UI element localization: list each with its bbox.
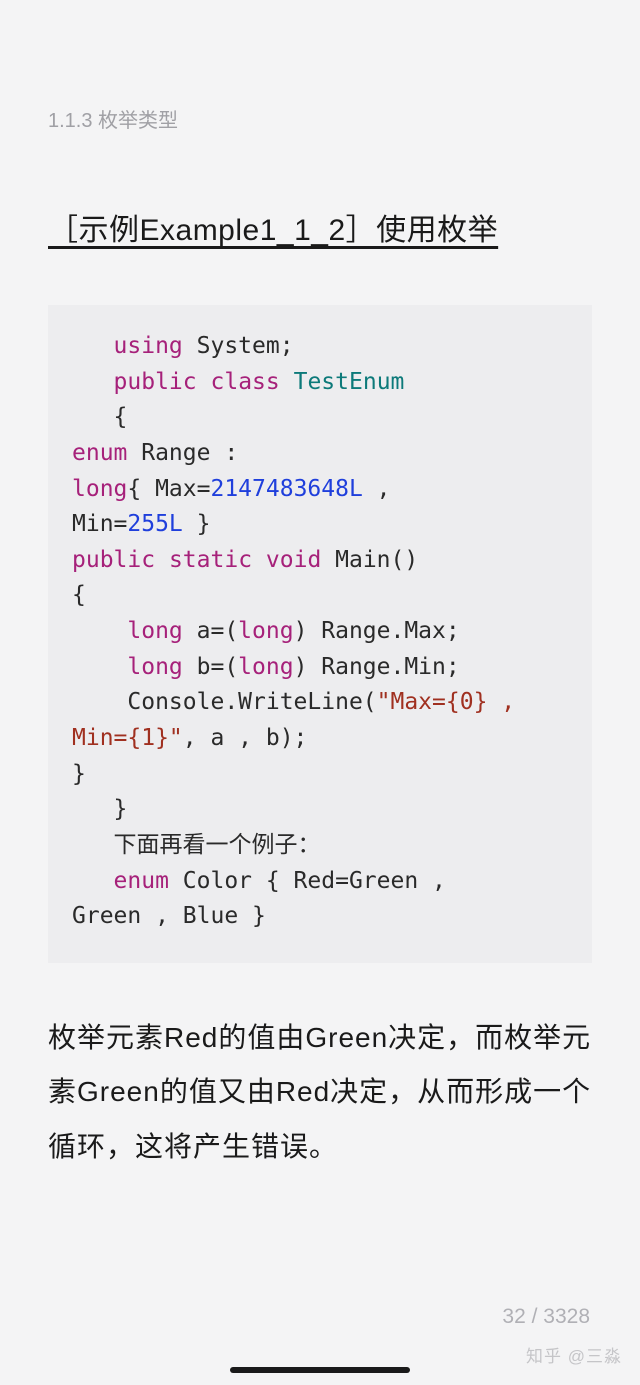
code-token: Green , Blue } [72, 903, 266, 929]
code-token: } [72, 796, 127, 822]
code-token: "Max={0} , [377, 689, 529, 715]
code-token: long [127, 654, 182, 680]
code-token: void [266, 547, 321, 573]
code-token: Range : [127, 440, 252, 466]
code-token: 2147483648L [210, 476, 362, 502]
code-token: } [183, 511, 211, 537]
page-sep: / [526, 1305, 544, 1328]
code-token: using [114, 333, 183, 359]
code-token: System; [183, 333, 294, 359]
example-heading: ［示例Example1_1_2］使用枚举 [48, 205, 592, 249]
code-token: enum [72, 440, 127, 466]
watermark: 知乎 @三淼 [526, 1342, 622, 1367]
code-token: enum [114, 868, 169, 894]
code-token: 255L [127, 511, 182, 537]
code-token: public [72, 547, 155, 573]
code-token: Min= [72, 511, 127, 537]
code-block: using System; public class TestEnum { en… [48, 305, 592, 963]
code-token: , [363, 476, 405, 502]
code-token: { [72, 404, 127, 430]
code-token: long [238, 618, 293, 644]
page-indicator: 32 / 3328 [502, 1305, 590, 1329]
section-label: 1.1.3 枚举类型 [48, 104, 592, 133]
page-total: 3328 [543, 1305, 590, 1328]
code-token: a=( [183, 618, 238, 644]
code-token: long [72, 476, 127, 502]
code-token: Min={1}" [72, 725, 183, 751]
code-token: , a , b); [183, 725, 308, 751]
code-token: Main() [321, 547, 418, 573]
code-token: ) Range.Max; [294, 618, 460, 644]
code-token: static [169, 547, 252, 573]
page-current: 32 [502, 1305, 525, 1328]
code-token: } [72, 761, 86, 787]
code-token: { Max= [127, 476, 210, 502]
code-token: b=( [183, 654, 238, 680]
code-token: Color { Red=Green , [169, 868, 460, 894]
code-token: 下面再看一个例子： [72, 832, 321, 858]
home-indicator[interactable] [230, 1367, 410, 1373]
code-token: long [127, 618, 182, 644]
code-token: long [238, 654, 293, 680]
code-token: public [114, 369, 197, 395]
code-token: { [72, 582, 86, 608]
code-token: Console.WriteLine( [72, 689, 377, 715]
code-token: class [211, 369, 280, 395]
body-paragraph: 枚举元素Red的值由Green决定，而枚举元素Green的值又由Red决定，从而… [48, 1011, 592, 1175]
code-token: TestEnum [294, 369, 405, 395]
code-token: ) Range.Min; [294, 654, 460, 680]
